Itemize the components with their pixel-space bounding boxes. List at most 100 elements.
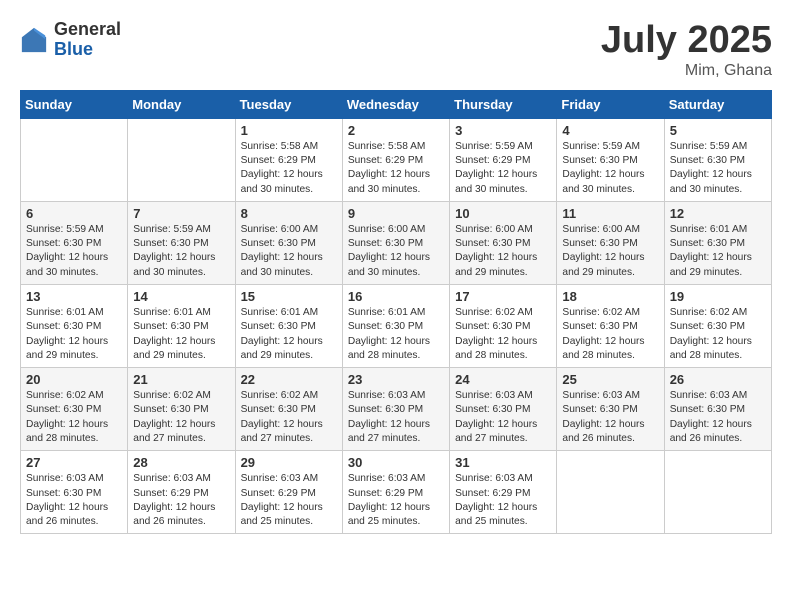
calendar-cell: 27 Sunrise: 6:03 AM Sunset: 6:30 PM Dayli… bbox=[21, 451, 128, 534]
logo-text: General Blue bbox=[54, 20, 121, 60]
calendar-header-row: SundayMondayTuesdayWednesdayThursdayFrid… bbox=[21, 90, 772, 118]
day-info: Sunrise: 5:59 AM Sunset: 6:30 PM Dayligh… bbox=[670, 140, 766, 197]
calendar-cell: 19 Sunrise: 6:02 AM Sunset: 6:30 PM Dayli… bbox=[664, 285, 771, 368]
day-number: 16 bbox=[348, 289, 444, 304]
day-info: Sunrise: 6:03 AM Sunset: 6:29 PM Dayligh… bbox=[455, 472, 551, 529]
calendar-week-row: 27 Sunrise: 6:03 AM Sunset: 6:30 PM Dayli… bbox=[21, 451, 772, 534]
day-number: 19 bbox=[670, 289, 766, 304]
day-number: 31 bbox=[455, 455, 551, 470]
day-number: 29 bbox=[241, 455, 337, 470]
page-header: General Blue July 2025 Mim, Ghana bbox=[20, 20, 772, 80]
day-info: Sunrise: 5:59 AM Sunset: 6:30 PM Dayligh… bbox=[562, 140, 658, 197]
calendar-table: SundayMondayTuesdayWednesdayThursdayFrid… bbox=[20, 90, 772, 535]
calendar-cell: 31 Sunrise: 6:03 AM Sunset: 6:29 PM Dayli… bbox=[450, 451, 557, 534]
day-number: 11 bbox=[562, 206, 658, 221]
day-number: 15 bbox=[241, 289, 337, 304]
day-info: Sunrise: 6:02 AM Sunset: 6:30 PM Dayligh… bbox=[241, 389, 337, 446]
day-number: 7 bbox=[133, 206, 229, 221]
weekday-header: Friday bbox=[557, 90, 664, 118]
calendar-cell bbox=[128, 118, 235, 201]
calendar-cell bbox=[21, 118, 128, 201]
day-number: 21 bbox=[133, 372, 229, 387]
day-info: Sunrise: 6:03 AM Sunset: 6:30 PM Dayligh… bbox=[26, 472, 122, 529]
day-number: 23 bbox=[348, 372, 444, 387]
logo-blue-text: Blue bbox=[54, 40, 121, 60]
day-info: Sunrise: 6:00 AM Sunset: 6:30 PM Dayligh… bbox=[241, 223, 337, 280]
day-info: Sunrise: 6:02 AM Sunset: 6:30 PM Dayligh… bbox=[562, 306, 658, 363]
weekday-header: Monday bbox=[128, 90, 235, 118]
calendar-week-row: 20 Sunrise: 6:02 AM Sunset: 6:30 PM Dayli… bbox=[21, 368, 772, 451]
calendar-cell: 4 Sunrise: 5:59 AM Sunset: 6:30 PM Daylig… bbox=[557, 118, 664, 201]
calendar-cell: 12 Sunrise: 6:01 AM Sunset: 6:30 PM Dayli… bbox=[664, 201, 771, 284]
calendar-cell: 9Sunrise: 6:00 AM Sunset: 6:30 PM Daylig… bbox=[342, 201, 449, 284]
calendar-cell: 3Sunrise: 5:59 AM Sunset: 6:29 PM Daylig… bbox=[450, 118, 557, 201]
calendar-cell: 14 Sunrise: 6:01 AM Sunset: 6:30 PM Dayli… bbox=[128, 285, 235, 368]
calendar-cell: 15 Sunrise: 6:01 AM Sunset: 6:30 PM Dayli… bbox=[235, 285, 342, 368]
calendar-cell: 22Sunrise: 6:02 AM Sunset: 6:30 PM Dayli… bbox=[235, 368, 342, 451]
calendar-cell: 21 Sunrise: 6:02 AM Sunset: 6:30 PM Dayli… bbox=[128, 368, 235, 451]
calendar-cell: 30 Sunrise: 6:03 AM Sunset: 6:29 PM Dayli… bbox=[342, 451, 449, 534]
logo-general-text: General bbox=[54, 20, 121, 40]
day-number: 12 bbox=[670, 206, 766, 221]
day-number: 24 bbox=[455, 372, 551, 387]
calendar-cell: 2Sunrise: 5:58 AM Sunset: 6:29 PM Daylig… bbox=[342, 118, 449, 201]
day-number: 6 bbox=[26, 206, 122, 221]
calendar-cell: 1Sunrise: 5:58 AM Sunset: 6:29 PM Daylig… bbox=[235, 118, 342, 201]
calendar-week-row: 13 Sunrise: 6:01 AM Sunset: 6:30 PM Dayli… bbox=[21, 285, 772, 368]
weekday-header: Wednesday bbox=[342, 90, 449, 118]
calendar-week-row: 1Sunrise: 5:58 AM Sunset: 6:29 PM Daylig… bbox=[21, 118, 772, 201]
calendar-cell: 10Sunrise: 6:00 AM Sunset: 6:30 PM Dayli… bbox=[450, 201, 557, 284]
day-info: Sunrise: 6:01 AM Sunset: 6:30 PM Dayligh… bbox=[670, 223, 766, 280]
day-number: 30 bbox=[348, 455, 444, 470]
calendar-cell: 7 Sunrise: 5:59 AM Sunset: 6:30 PM Daylig… bbox=[128, 201, 235, 284]
weekday-header: Saturday bbox=[664, 90, 771, 118]
day-number: 17 bbox=[455, 289, 551, 304]
day-info: Sunrise: 5:59 AM Sunset: 6:30 PM Dayligh… bbox=[133, 223, 229, 280]
day-number: 2 bbox=[348, 123, 444, 138]
logo-icon bbox=[20, 26, 48, 54]
day-number: 8 bbox=[241, 206, 337, 221]
calendar-cell: 29 Sunrise: 6:03 AM Sunset: 6:29 PM Dayli… bbox=[235, 451, 342, 534]
day-info: Sunrise: 6:02 AM Sunset: 6:30 PM Dayligh… bbox=[670, 306, 766, 363]
calendar-cell bbox=[664, 451, 771, 534]
calendar-cell: 23 Sunrise: 6:03 AM Sunset: 6:30 PM Dayli… bbox=[342, 368, 449, 451]
calendar-cell: 17 Sunrise: 6:02 AM Sunset: 6:30 PM Dayli… bbox=[450, 285, 557, 368]
day-number: 25 bbox=[562, 372, 658, 387]
calendar-cell: 13 Sunrise: 6:01 AM Sunset: 6:30 PM Dayli… bbox=[21, 285, 128, 368]
day-number: 20 bbox=[26, 372, 122, 387]
day-info: Sunrise: 6:00 AM Sunset: 6:30 PM Dayligh… bbox=[455, 223, 551, 280]
day-info: Sunrise: 6:03 AM Sunset: 6:30 PM Dayligh… bbox=[455, 389, 551, 446]
day-number: 1 bbox=[241, 123, 337, 138]
day-info: Sunrise: 6:01 AM Sunset: 6:30 PM Dayligh… bbox=[241, 306, 337, 363]
day-number: 3 bbox=[455, 123, 551, 138]
weekday-header: Sunday bbox=[21, 90, 128, 118]
day-number: 28 bbox=[133, 455, 229, 470]
title-block: July 2025 Mim, Ghana bbox=[601, 20, 772, 80]
day-number: 14 bbox=[133, 289, 229, 304]
day-info: Sunrise: 6:01 AM Sunset: 6:30 PM Dayligh… bbox=[26, 306, 122, 363]
day-number: 13 bbox=[26, 289, 122, 304]
day-info: Sunrise: 6:02 AM Sunset: 6:30 PM Dayligh… bbox=[133, 389, 229, 446]
weekday-header: Tuesday bbox=[235, 90, 342, 118]
day-info: Sunrise: 6:03 AM Sunset: 6:30 PM Dayligh… bbox=[348, 389, 444, 446]
day-info: Sunrise: 6:03 AM Sunset: 6:30 PM Dayligh… bbox=[562, 389, 658, 446]
day-number: 27 bbox=[26, 455, 122, 470]
day-info: Sunrise: 6:03 AM Sunset: 6:29 PM Dayligh… bbox=[133, 472, 229, 529]
day-number: 4 bbox=[562, 123, 658, 138]
weekday-header: Thursday bbox=[450, 90, 557, 118]
day-number: 26 bbox=[670, 372, 766, 387]
calendar-cell: 6 Sunrise: 5:59 AM Sunset: 6:30 PM Daylig… bbox=[21, 201, 128, 284]
calendar-cell: 18Sunrise: 6:02 AM Sunset: 6:30 PM Dayli… bbox=[557, 285, 664, 368]
day-info: Sunrise: 6:01 AM Sunset: 6:30 PM Dayligh… bbox=[133, 306, 229, 363]
calendar-cell: 5 Sunrise: 5:59 AM Sunset: 6:30 PM Daylig… bbox=[664, 118, 771, 201]
day-info: Sunrise: 6:03 AM Sunset: 6:29 PM Dayligh… bbox=[241, 472, 337, 529]
month-title: July 2025 bbox=[601, 20, 772, 62]
day-number: 5 bbox=[670, 123, 766, 138]
day-info: Sunrise: 5:59 AM Sunset: 6:30 PM Dayligh… bbox=[26, 223, 122, 280]
calendar-cell: 24 Sunrise: 6:03 AM Sunset: 6:30 PM Dayli… bbox=[450, 368, 557, 451]
day-info: Sunrise: 6:02 AM Sunset: 6:30 PM Dayligh… bbox=[26, 389, 122, 446]
logo: General Blue bbox=[20, 20, 121, 60]
day-info: Sunrise: 6:03 AM Sunset: 6:29 PM Dayligh… bbox=[348, 472, 444, 529]
calendar-week-row: 6 Sunrise: 5:59 AM Sunset: 6:30 PM Daylig… bbox=[21, 201, 772, 284]
day-info: Sunrise: 6:02 AM Sunset: 6:30 PM Dayligh… bbox=[455, 306, 551, 363]
